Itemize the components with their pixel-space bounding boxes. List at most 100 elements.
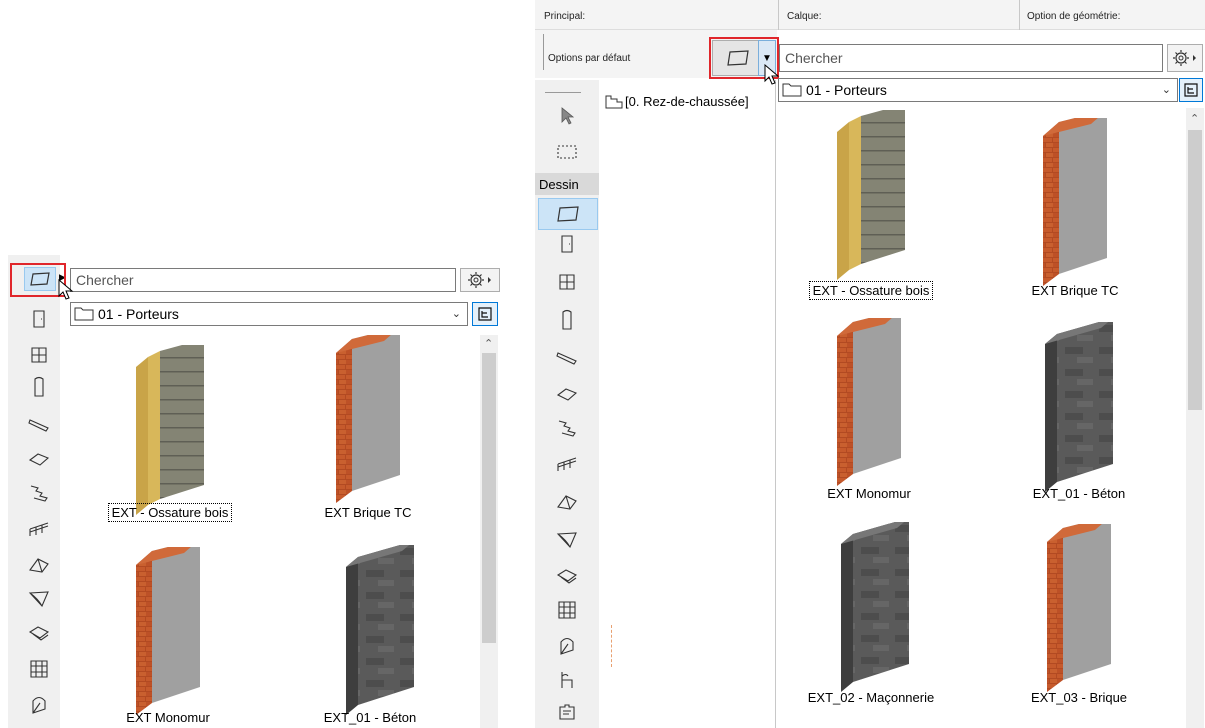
right-search-input[interactable]: Chercher bbox=[779, 44, 1163, 72]
right-marquee-tool[interactable] bbox=[555, 140, 579, 164]
right-roof-tool[interactable] bbox=[555, 490, 579, 514]
folder-icon bbox=[782, 83, 802, 97]
left-column-tool[interactable] bbox=[27, 375, 51, 399]
shell-icon bbox=[28, 591, 49, 607]
right-shell-tool[interactable] bbox=[555, 528, 579, 552]
left-search-input[interactable]: Chercher bbox=[70, 268, 456, 292]
right-settings-button[interactable] bbox=[1167, 44, 1203, 72]
left-item-label-3[interactable]: EXT_01 - Béton bbox=[300, 710, 440, 725]
header-principal: Principal: bbox=[544, 11, 586, 22]
right-item-thumb-3[interactable] bbox=[1029, 322, 1129, 492]
right-slab-tool[interactable] bbox=[555, 382, 579, 406]
header-option: Option de géométrie: bbox=[1027, 11, 1121, 22]
skylight-icon bbox=[28, 626, 50, 641]
left-stair-tool[interactable] bbox=[27, 481, 51, 505]
marquee-icon bbox=[557, 145, 577, 159]
beam-icon bbox=[556, 352, 577, 365]
right-folder-up-button[interactable] bbox=[1179, 78, 1203, 102]
left-shell-tool[interactable] bbox=[27, 587, 51, 611]
left-beam-tool[interactable] bbox=[27, 413, 51, 437]
right-item-thumb-2[interactable] bbox=[819, 318, 919, 488]
right-arrow-tool[interactable] bbox=[555, 104, 579, 128]
right-item-thumb-1[interactable] bbox=[1025, 118, 1125, 288]
right-wall-tool[interactable] bbox=[538, 198, 598, 230]
left-folder-select[interactable]: 01 - Porteurs ⌄ bbox=[70, 302, 468, 326]
right-item-thumb-4[interactable] bbox=[825, 522, 925, 692]
left-curtain-wall-tool[interactable] bbox=[27, 657, 51, 681]
chevron-down-icon: ⌄ bbox=[451, 308, 461, 320]
stair-icon bbox=[558, 420, 576, 437]
scroll-up-icon[interactable]: ⌃ bbox=[1190, 112, 1199, 125]
scroll-up-icon[interactable]: ⌃ bbox=[484, 337, 493, 350]
right-stair-tool[interactable] bbox=[555, 416, 579, 440]
left-item-thumb-3[interactable] bbox=[330, 545, 430, 715]
left-item-label-1[interactable]: EXT Brique TC bbox=[298, 505, 438, 520]
left-slab-tool[interactable] bbox=[27, 447, 51, 471]
left-scrollbar-thumb[interactable] bbox=[482, 353, 496, 643]
morph-icon bbox=[32, 696, 46, 714]
right-scrollbar-thumb[interactable] bbox=[1188, 130, 1202, 410]
header-calque: Calque: bbox=[787, 11, 822, 22]
folder-tree-icon bbox=[478, 307, 492, 321]
right-curtain-wall-tool[interactable] bbox=[555, 598, 579, 622]
left-item-label-2[interactable]: EXT Monomur bbox=[98, 710, 238, 725]
left-roof-tool[interactable] bbox=[27, 553, 51, 577]
right-folder-select[interactable]: 01 - Porteurs ⌄ bbox=[778, 78, 1178, 102]
left-folder-up-button[interactable] bbox=[472, 302, 498, 326]
right-morph-tool[interactable] bbox=[555, 634, 579, 658]
left-item-thumb-0[interactable] bbox=[120, 345, 220, 515]
left-search-placeholder: Chercher bbox=[76, 272, 134, 288]
right-item-label-0[interactable]: EXT - Ossature bois bbox=[801, 281, 941, 300]
gear-icon bbox=[468, 272, 491, 288]
chair-icon bbox=[561, 672, 573, 688]
header-sep-1 bbox=[778, 0, 779, 30]
right-window-tool[interactable] bbox=[555, 270, 579, 294]
navigator-dash-line bbox=[611, 625, 612, 667]
left-item-thumb-1[interactable] bbox=[318, 335, 418, 505]
default-options-sep bbox=[543, 34, 544, 70]
left-morph-tool[interactable] bbox=[27, 693, 51, 717]
left-window-tool[interactable] bbox=[27, 343, 51, 367]
right-item-label-2[interactable]: EXT Monomur bbox=[799, 486, 939, 501]
right-item-thumb-5[interactable] bbox=[1029, 524, 1129, 694]
gear-icon bbox=[1173, 50, 1196, 66]
window-icon bbox=[31, 347, 47, 363]
railing-icon bbox=[557, 457, 577, 471]
column-icon bbox=[562, 309, 572, 330]
left-item-thumb-2[interactable] bbox=[118, 547, 218, 717]
left-skylight-tool[interactable] bbox=[27, 621, 51, 645]
roof-icon bbox=[29, 558, 49, 573]
right-item-thumb-0[interactable] bbox=[821, 110, 921, 280]
right-item-label-1[interactable]: EXT Brique TC bbox=[1005, 283, 1145, 298]
right-door-tool[interactable] bbox=[555, 232, 579, 256]
right-scrollbar[interactable]: ⌃ bbox=[1186, 108, 1204, 728]
left-door-tool[interactable] bbox=[27, 307, 51, 331]
zone-icon bbox=[559, 704, 575, 720]
slab-icon bbox=[28, 453, 50, 466]
right-search-placeholder: Chercher bbox=[785, 50, 843, 66]
left-railing-tool[interactable] bbox=[27, 517, 51, 541]
curtain-wall-icon bbox=[30, 660, 48, 678]
curtain-wall-icon bbox=[558, 601, 576, 619]
left-settings-button[interactable] bbox=[460, 268, 500, 292]
skylight-icon bbox=[556, 569, 578, 584]
folder-icon bbox=[74, 307, 94, 321]
right-object-tool[interactable] bbox=[555, 668, 579, 692]
right-skylight-tool[interactable] bbox=[555, 564, 579, 588]
right-item-label-3[interactable]: EXT_01 - Béton bbox=[1009, 486, 1149, 501]
left-scrollbar[interactable]: ⌃ bbox=[480, 335, 498, 728]
right-railing-tool[interactable] bbox=[555, 452, 579, 476]
right-beam-tool[interactable] bbox=[555, 346, 579, 370]
morph-icon bbox=[560, 637, 574, 655]
right-column-tool[interactable] bbox=[555, 308, 579, 332]
story-item[interactable]: [0. Rez-de-chaussée] bbox=[605, 94, 749, 109]
slab-icon bbox=[556, 388, 578, 401]
chevron-down-icon: ⌄ bbox=[1161, 84, 1171, 96]
right-item-label-5[interactable]: EXT_03 - Brique bbox=[1009, 690, 1149, 705]
left-item-label-0[interactable]: EXT - Ossature bois bbox=[100, 503, 240, 522]
default-options-label[interactable]: Options par défaut bbox=[548, 53, 630, 64]
folder-tree-icon bbox=[1184, 83, 1198, 97]
right-zone-tool[interactable] bbox=[555, 700, 579, 724]
roof-icon bbox=[557, 495, 577, 510]
right-item-label-4[interactable]: EXT_02 - Maçonnerie bbox=[801, 690, 941, 705]
